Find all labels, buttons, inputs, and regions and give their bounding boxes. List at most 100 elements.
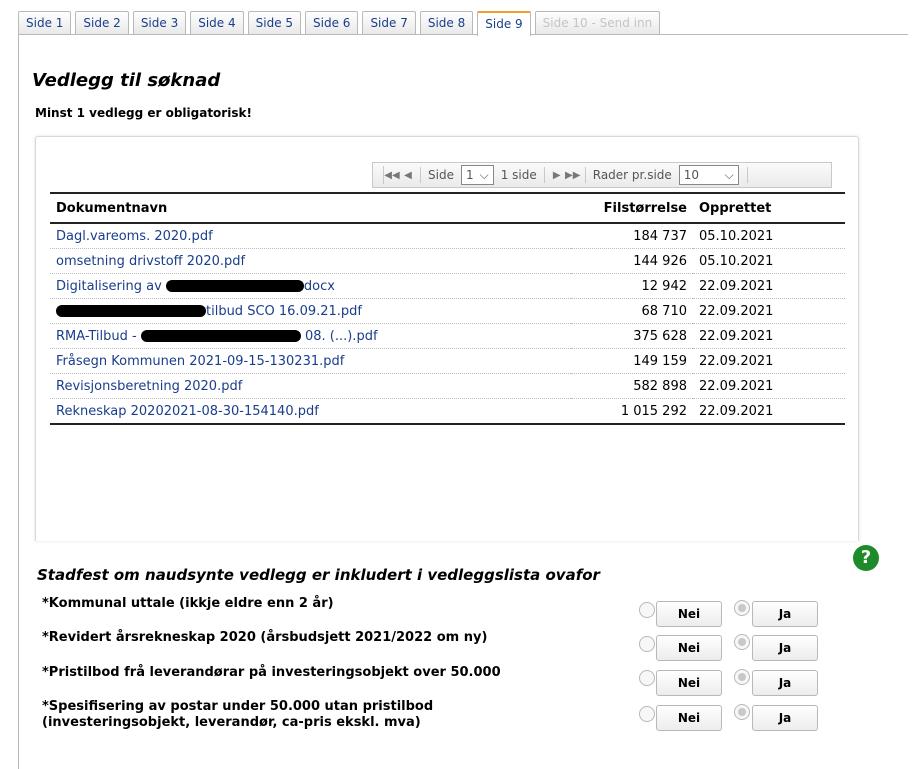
table-row: Fråsegn Kommunen 2021-09-15-130231.pdf 1… [50, 348, 845, 374]
tab-side-1[interactable]: Side 1 [18, 11, 72, 34]
tab-side-2[interactable]: Side 2 [75, 11, 129, 34]
file-size: 149 159 [571, 348, 693, 374]
content-border [18, 34, 19, 769]
redaction-mark [165, 280, 304, 292]
tab-side-3[interactable]: Side 3 [132, 11, 187, 34]
document-link[interactable]: Revisjonsberetning 2020.pdf [50, 373, 571, 399]
file-size: 144 926 [571, 248, 693, 274]
pager-separator [420, 167, 421, 183]
redaction-mark [140, 330, 301, 342]
radio-nei[interactable] [639, 636, 655, 652]
question-text-line1: *Spesifisering av postar under 50.000 ut… [42, 699, 434, 714]
table-header-row: Dokumentnavn Filstørrelse Opprettet [50, 192, 845, 224]
document-link[interactable]: RMA-Tilbud - 08. (...).pdf [50, 323, 571, 349]
page-title: Vedlegg til søknad [32, 70, 221, 91]
created-date: 22.09.2021 [693, 348, 845, 374]
next-page-icon[interactable]: ▶ [549, 170, 565, 181]
file-size: 1 015 292 [571, 398, 693, 425]
document-name-start: Digitalisering av [56, 278, 166, 294]
question-text: *Revidert årsrekneskap 2020 (årsbudsjett… [42, 630, 488, 645]
document-link[interactable]: omsetning drivstoff 2020.pdf [50, 248, 571, 274]
document-name-end: docx [303, 278, 335, 294]
pager-separator [584, 167, 586, 183]
nei-button[interactable]: Nei [656, 705, 722, 731]
created-date: 22.09.2021 [693, 323, 845, 349]
rows-per-page-label: Rader pr.side [592, 168, 672, 182]
file-size: 68 710 [571, 298, 693, 324]
column-header-size[interactable]: Filstørrelse [571, 192, 693, 224]
radio-ja[interactable] [734, 600, 750, 616]
pager-toolbar: ◀◀ ◀ Side 1 ⌵ 1 side ▶ ▶▶ Rader pr.side 1… [372, 162, 832, 188]
help-icon[interactable]: ? [853, 545, 879, 571]
created-date: 05.10.2021 [693, 223, 845, 249]
file-size: 12 942 [571, 273, 693, 299]
pager-side-label: Side [428, 168, 454, 182]
page-select-value: 1 [465, 168, 474, 182]
page-select[interactable]: 1 ⌵ [460, 165, 494, 185]
question-text: *Kommunal uttale (ikkje eldre enn 2 år) [42, 596, 334, 611]
rows-per-page-select[interactable]: 10 ⌵ [678, 165, 739, 185]
attachments-table: Dokumentnavn Filstørrelse Opprettet Dagl… [50, 192, 845, 425]
ja-button[interactable]: Ja [752, 601, 818, 627]
table-row: Rekneskap 20202021-08-30-154140.pdf 1 01… [50, 398, 845, 425]
radio-nei[interactable] [639, 670, 655, 686]
document-link[interactable]: Dagl.vareoms. 2020.pdf [50, 223, 571, 249]
radio-ja[interactable] [734, 704, 750, 720]
radio-ja[interactable] [734, 634, 750, 650]
chevron-down-icon: ⌵ [479, 168, 489, 182]
document-name-start: RMA-Tilbud - [56, 328, 141, 344]
prev-page-icon[interactable]: ◀ [400, 170, 416, 181]
question-text: *Spesifisering av postar under 50.000 ut… [42, 699, 622, 731]
document-link[interactable]: Digitalisering av docx [50, 273, 571, 299]
tab-side-6[interactable]: Side 6 [305, 11, 359, 34]
column-header-created[interactable]: Opprettet [693, 192, 845, 224]
first-page-icon[interactable]: ◀◀ [384, 170, 400, 181]
nei-button[interactable]: Nei [656, 601, 722, 627]
radio-nei[interactable] [639, 602, 655, 618]
document-link[interactable]: Fråsegn Kommunen 2021-09-15-130231.pdf [50, 348, 571, 374]
tab-side-8[interactable]: Side 8 [419, 11, 474, 34]
file-size: 184 737 [571, 223, 693, 249]
pager-separator [746, 167, 748, 183]
radio-ja[interactable] [734, 669, 750, 685]
document-link[interactable]: tilbud SCO 16.09.21.pdf [50, 298, 571, 324]
created-date: 05.10.2021 [693, 248, 845, 274]
table-row: tilbud SCO 16.09.21.pdf 68 710 22.09.202… [50, 298, 845, 324]
column-header-name[interactable]: Dokumentnavn [50, 192, 571, 224]
question-text-line2: (investeringsobjekt, leverandør, ca-pris… [42, 715, 421, 730]
created-date: 22.09.2021 [693, 398, 845, 425]
created-date: 22.09.2021 [693, 273, 845, 299]
ja-button[interactable]: Ja [752, 635, 818, 661]
tab-side-9[interactable]: Side 9 [477, 11, 531, 36]
radio-nei[interactable] [639, 706, 655, 722]
tab-side-7[interactable]: Side 7 [362, 11, 416, 34]
table-row: Dagl.vareoms. 2020.pdf 184 737 05.10.202… [50, 223, 845, 249]
document-name-end: tilbud SCO 16.09.21.pdf [206, 303, 362, 319]
tab-side-4[interactable]: Side 4 [190, 11, 244, 34]
pager-pages-text: 1 side [500, 168, 537, 182]
table-row: Revisjonsberetning 2020.pdf 582 898 22.0… [50, 373, 845, 399]
created-date: 22.09.2021 [693, 373, 845, 399]
pager-grip [375, 166, 384, 184]
tab-side-5[interactable]: Side 5 [247, 11, 302, 34]
file-size: 582 898 [571, 373, 693, 399]
table-row: RMA-Tilbud - 08. (...).pdf 375 628 22.09… [50, 323, 845, 349]
table-row: Digitalisering av docx 12 942 22.09.2021 [50, 273, 845, 299]
redaction-mark [56, 305, 206, 317]
nei-button[interactable]: Nei [656, 670, 722, 696]
confirm-section-title: Stadfest om naudsynte vedlegg er inklude… [37, 566, 600, 584]
page-tabs: Side 1 Side 2 Side 3 Side 4 Side 5 Side … [18, 11, 664, 36]
chevron-down-icon: ⌵ [724, 168, 734, 182]
ja-button[interactable]: Ja [752, 705, 818, 731]
ja-button[interactable]: Ja [752, 670, 818, 696]
document-link[interactable]: Rekneskap 20202021-08-30-154140.pdf [50, 398, 571, 425]
file-size: 375 628 [571, 323, 693, 349]
nei-button[interactable]: Nei [656, 635, 722, 661]
document-name-end: 08. (...).pdf [300, 328, 378, 344]
rows-select-value: 10 [683, 168, 700, 182]
last-page-icon[interactable]: ▶▶ [565, 170, 581, 181]
created-date: 22.09.2021 [693, 298, 845, 324]
page-subtitle: Minst 1 vedlegg er obligatorisk! [35, 106, 252, 120]
pager-separator [543, 167, 545, 183]
question-text: *Pristilbod frå leverandørar på invester… [42, 665, 501, 680]
